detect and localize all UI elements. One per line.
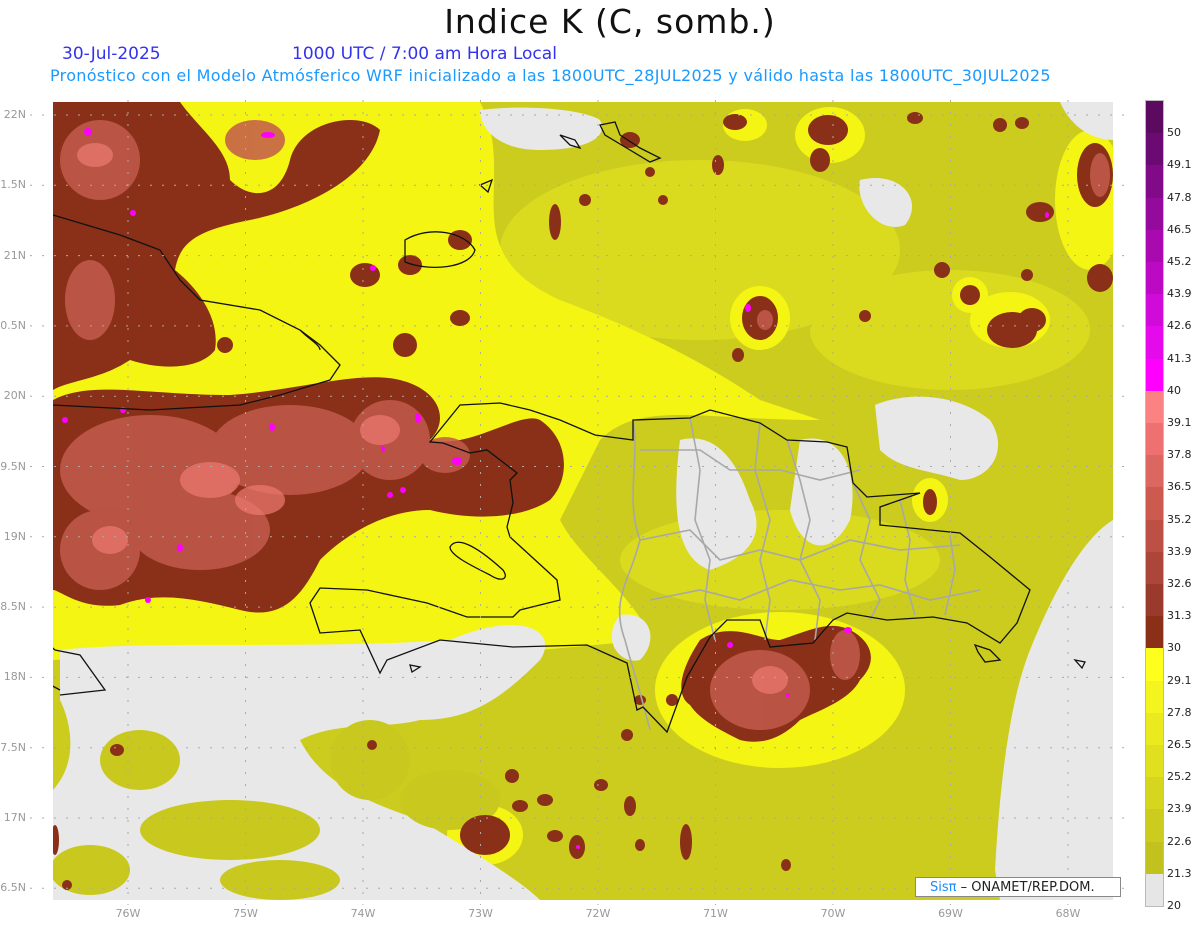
latitude-label: 8.5N <box>0 600 26 614</box>
colorbar-label: 31.3 <box>1167 609 1192 623</box>
colorbar-bin <box>1146 841 1163 874</box>
colorbar-bin <box>1146 165 1163 198</box>
colorbar-bin <box>1146 616 1163 649</box>
colorbar-label: 30 <box>1167 641 1181 655</box>
latitude-label: 19N <box>3 529 26 543</box>
longitude-label: 76W <box>115 907 141 920</box>
latitude-label: 1.5N <box>0 178 26 192</box>
colorbar-bin <box>1146 809 1163 842</box>
latitude-label: 22N <box>3 108 26 121</box>
k-index-map <box>30 100 1130 905</box>
colorbar-bin <box>1146 584 1163 617</box>
latitude-label: 9.5N <box>0 459 26 473</box>
latitude-label: 6.5N <box>0 881 26 895</box>
colorbar-bin <box>1146 519 1163 552</box>
colorbar-label: 25.2 <box>1167 770 1192 784</box>
colorbar-bin <box>1146 648 1163 681</box>
colorbar-label: 46.5 <box>1167 222 1192 236</box>
colorbar-bin <box>1146 873 1163 907</box>
colorbar-label: 45.2 <box>1167 255 1192 268</box>
colorbar-label: 47.8 <box>1167 190 1192 204</box>
colorbar-label: 22.6 <box>1167 834 1192 848</box>
longitude-label: 70W <box>820 907 846 920</box>
longitude-label: 69W <box>938 907 963 920</box>
credit-text: – ONAMET/REP.DOM. <box>956 880 1095 895</box>
longitude-label: 71W <box>703 907 728 920</box>
longitude-label: 74W <box>350 907 376 920</box>
colorbar-bin <box>1146 326 1163 359</box>
colorbar-label: 37.8 <box>1167 448 1192 462</box>
colorbar-label: 23.9 <box>1167 802 1192 816</box>
longitude-label: 72W <box>585 907 611 920</box>
colorbar-bin <box>1146 294 1163 327</box>
colorbar-label: 21.3 <box>1167 866 1192 880</box>
latitude-label: 17N <box>3 811 26 824</box>
longitude-label: 68W <box>1055 907 1081 920</box>
latitude-label: 21N <box>3 248 26 262</box>
colorbar-label: 49.1 <box>1167 158 1192 172</box>
colorbar-label: 50 <box>1167 126 1181 140</box>
latitude-label: 20N <box>3 389 26 403</box>
colorbar-bin <box>1146 358 1163 391</box>
latitude-label: 0.5N <box>0 318 26 332</box>
longitude-label: 75W <box>233 907 258 920</box>
colorbar-label: 40 <box>1167 383 1181 397</box>
colorbar-bin <box>1146 423 1163 456</box>
credit-box: Sisπ – ONAMET/REP.DOM. <box>915 877 1121 897</box>
latitude-label: 7.5N <box>0 740 26 754</box>
colorbar-label: 35.2 <box>1167 512 1192 526</box>
colorbar-bin <box>1146 712 1163 746</box>
credit-brand: Sisπ <box>930 880 957 895</box>
colorbar-bin <box>1146 133 1163 166</box>
colorbar-bin <box>1146 551 1163 585</box>
latitude-label: 18N <box>3 670 26 684</box>
colorbar-bin <box>1146 262 1163 295</box>
colorbar-bin <box>1146 101 1163 134</box>
colorbar-bin <box>1146 680 1163 713</box>
colorbar-bin <box>1146 777 1163 810</box>
longitude-label: 73W <box>468 907 493 920</box>
colorbar-label: 26.5 <box>1167 738 1192 751</box>
colorbar-bin <box>1146 229 1163 263</box>
colorbar <box>1145 100 1164 907</box>
colorbar-bin <box>1146 487 1163 520</box>
colorbar-bin <box>1146 390 1163 424</box>
colorbar-label: 43.9 <box>1167 287 1192 301</box>
colorbar-label: 36.5 <box>1167 480 1192 494</box>
colorbar-label: 27.8 <box>1167 705 1192 719</box>
colorbar-label: 33.9 <box>1167 544 1192 558</box>
colorbar-label: 42.6 <box>1167 319 1192 333</box>
colorbar-bin <box>1146 455 1163 488</box>
colorbar-bin <box>1146 745 1163 778</box>
colorbar-label: 41.3 <box>1167 351 1192 365</box>
colorbar-label: 39.1 <box>1167 416 1192 429</box>
colorbar-label: 20 <box>1167 899 1181 912</box>
colorbar-label: 29.1 <box>1167 673 1192 687</box>
colorbar-bin <box>1146 197 1163 230</box>
colorbar-label: 32.6 <box>1167 577 1192 590</box>
